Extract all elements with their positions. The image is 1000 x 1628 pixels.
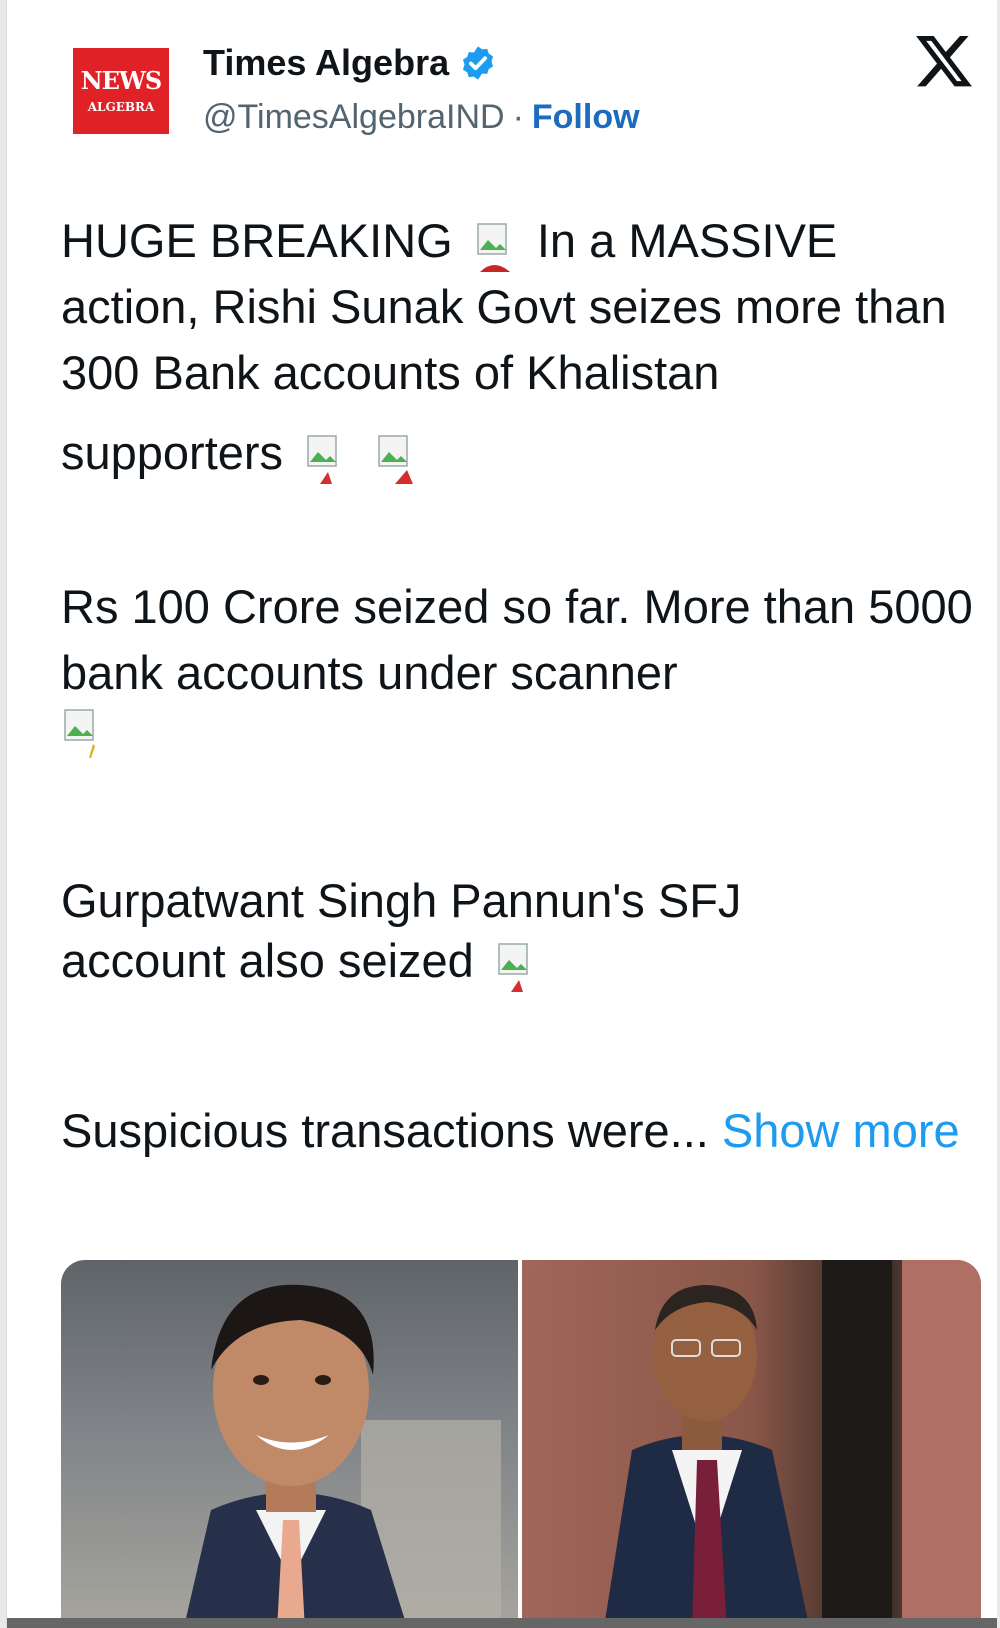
bottom-edge-bar [7, 1618, 997, 1628]
tweet-text: Rs 100 Crore seized so far. More than 50… [61, 580, 973, 699]
media-photo-left[interactable] [61, 1260, 518, 1628]
tweet-media[interactable] [61, 1260, 981, 1628]
tweet-paragraph-1: HUGE BREAKING In a MASSIVE action, Rishi… [61, 208, 981, 406]
tweet-text: Gurpatwant Singh Pannun's SFJ [61, 874, 742, 927]
account-handle-row: @TimesAlgebraIND · Follow [203, 98, 640, 137]
tweet-text: Suspicious transactions were... [61, 1104, 709, 1157]
broken-emoji-icon [378, 435, 414, 484]
tweet-paragraph-3: Gurpatwant Singh Pannun's SFJ [61, 868, 981, 934]
tweet-paragraph-2: Rs 100 Crore seized so far. More than 50… [61, 574, 981, 706]
logo-text-top: NEWS [80, 66, 163, 95]
account-avatar[interactable]: NEWS ALGEBRA [73, 48, 169, 134]
verified-badge-icon [463, 46, 494, 80]
account-name[interactable]: Times Algebra [203, 42, 449, 84]
logo-text-bottom: ALGEBRA [87, 100, 155, 114]
x-logo-icon[interactable] [913, 30, 975, 92]
separator-dot: · [512, 98, 524, 136]
tweet-text: HUGE BREAKING [61, 214, 453, 267]
tweet-text: supporters [61, 426, 284, 479]
tweet-paragraph-3-end: account also seized [61, 928, 981, 994]
broken-emoji-icon [498, 943, 528, 992]
portrait-illustration [183, 1284, 501, 1628]
account-name-row: Times Algebra [203, 42, 497, 84]
follow-button[interactable]: Follow [532, 98, 640, 137]
broken-emoji-icon [307, 435, 337, 484]
media-photo-right[interactable] [522, 1260, 981, 1628]
tweet-text: account also seized [61, 934, 474, 987]
account-handle[interactable]: @TimesAlgebraIND [203, 98, 505, 137]
portrait-illustration [603, 1260, 981, 1628]
tweet-card: NEWS ALGEBRA Times Algebra @TimesAlgebra… [6, 0, 997, 1628]
broken-emoji-icon [64, 709, 95, 758]
broken-emoji-icon [477, 223, 510, 272]
tweet-paragraph-1-end: supporters [61, 420, 981, 486]
tweet-paragraph-4: Suspicious transactions were... Show mor… [61, 1098, 981, 1164]
show-more-link[interactable]: Show more [722, 1104, 960, 1157]
